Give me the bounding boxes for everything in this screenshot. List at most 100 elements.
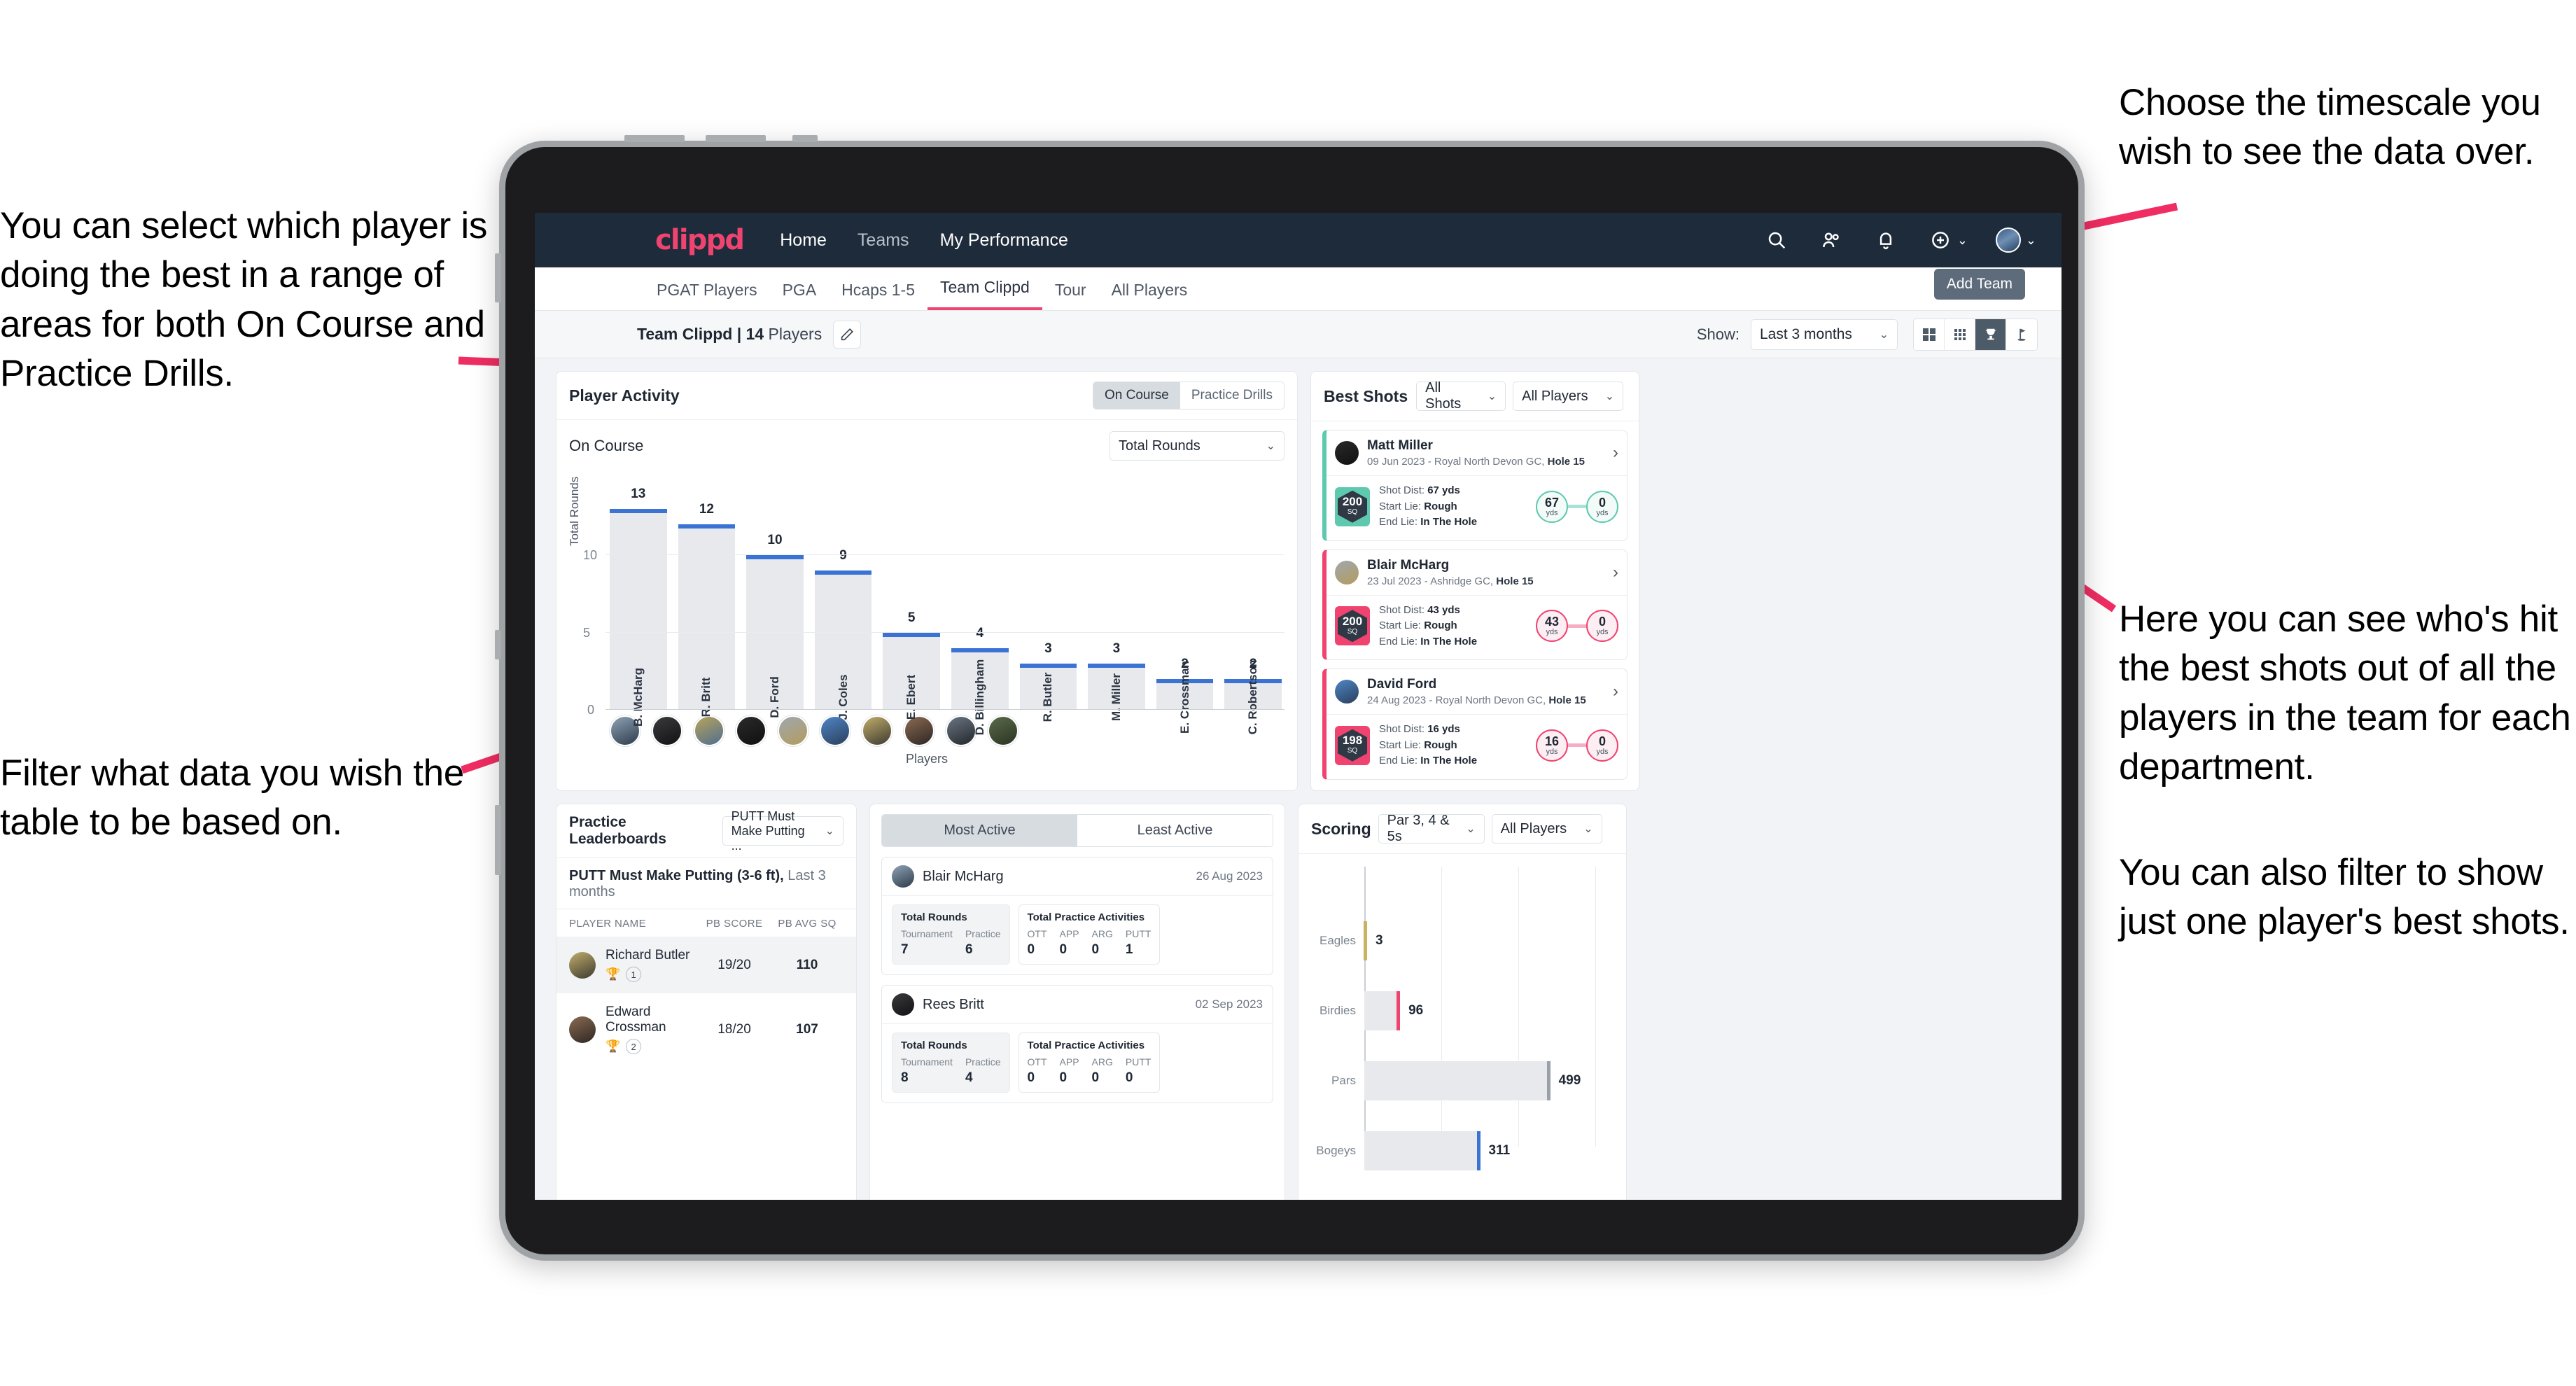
nav-link-teams[interactable]: Teams bbox=[858, 230, 909, 251]
best-shots-player-select[interactable]: All Players ⌄ bbox=[1513, 382, 1624, 411]
edit-team-button[interactable] bbox=[833, 320, 862, 349]
chart-bar-group[interactable]: 5 E. Ebert bbox=[883, 500, 940, 720]
chevron-right-icon[interactable]: › bbox=[1613, 443, 1618, 463]
par-select[interactable]: Par 3, 4 & 5s ⌄ bbox=[1378, 813, 1485, 844]
avatar bbox=[892, 865, 914, 888]
annotation-right-mid: Here you can see who's hit the best shot… bbox=[2119, 598, 2571, 788]
end-lie-row: End Lie: In The Hole bbox=[1379, 635, 1478, 648]
tab-tour[interactable]: Tour bbox=[1042, 281, 1099, 310]
player-activity-subheader: On Course Total Rounds ⌄ bbox=[556, 420, 1297, 461]
scoring-bar-group[interactable]: Bogeys 311 bbox=[1310, 1131, 1615, 1170]
golf-flag-icon[interactable] bbox=[2006, 318, 2037, 350]
player-avatar[interactable] bbox=[988, 715, 1018, 746]
chart-bar[interactable]: R. Butler bbox=[1019, 663, 1077, 722]
plus-chevron-down-icon[interactable]: ⌄ bbox=[1957, 233, 1968, 248]
best-shot-details: Shot Dist: 16 yds Start Lie: Rough End Lie… bbox=[1379, 722, 1477, 769]
activity-practice-value: 0 bbox=[1059, 942, 1068, 957]
player-avatar[interactable] bbox=[694, 715, 724, 746]
best-shot-card[interactable]: David Ford 24 Aug 2023 - Royal North Devo… bbox=[1322, 668, 1628, 780]
tab-pga[interactable]: PGA bbox=[770, 281, 830, 310]
chart-bar[interactable]: C. Robertson bbox=[1224, 660, 1282, 734]
grid-large-icon[interactable] bbox=[1914, 318, 1945, 350]
player-avatar[interactable] bbox=[946, 715, 976, 746]
shot-dist-value: 67 yds bbox=[1427, 484, 1460, 496]
tab-least-active[interactable]: Least Active bbox=[1077, 815, 1273, 846]
player-avatar[interactable] bbox=[862, 715, 892, 746]
chevron-right-icon[interactable]: › bbox=[1613, 682, 1618, 701]
chart-bar[interactable]: R. Britt bbox=[678, 524, 736, 717]
player-avatar[interactable] bbox=[904, 715, 934, 746]
tab-most-active[interactable]: Most Active bbox=[882, 815, 1077, 846]
best-shot-card[interactable]: Matt Miller 09 Jun 2023 - Royal North Dev… bbox=[1322, 430, 1628, 541]
chart-baseline bbox=[606, 709, 1284, 710]
chart-bar-group[interactable]: 12 R. Britt bbox=[678, 500, 736, 717]
scoring-bar-fill bbox=[1364, 991, 1401, 1030]
start-lie-value: Rough bbox=[1424, 620, 1457, 631]
chart-bar-group[interactable]: 4 D. Billingham bbox=[951, 500, 1009, 735]
shot-quality-badge: 200 SQ bbox=[1335, 486, 1370, 526]
shot-quality-unit: SQ bbox=[1347, 508, 1358, 517]
activity-practice-key: PUTT bbox=[1125, 928, 1152, 939]
shot-type-select[interactable]: All Shots ⌄ bbox=[1416, 380, 1506, 412]
search-icon[interactable] bbox=[1765, 228, 1788, 252]
player-avatar[interactable] bbox=[736, 715, 766, 746]
shot-end-unit: yds bbox=[1596, 628, 1609, 637]
chart-bar-group[interactable]: 10 D. Ford bbox=[746, 500, 804, 718]
avatar[interactable] bbox=[1995, 227, 2021, 253]
tab-pgat-players[interactable]: PGAT Players bbox=[644, 281, 770, 310]
chart-bar[interactable]: J. Coles bbox=[814, 570, 872, 720]
scoring-player-select[interactable]: All Players ⌄ bbox=[1491, 814, 1602, 844]
segment-on-course[interactable]: On Course bbox=[1093, 382, 1180, 409]
app-logo[interactable]: clippd bbox=[655, 224, 745, 256]
show-label: Show: bbox=[1696, 325, 1740, 343]
table-row[interactable]: Edward Crossman 🏆 2 18/20 107 bbox=[556, 993, 856, 1065]
bell-icon[interactable] bbox=[1874, 228, 1898, 252]
activity-practice-value: 0 bbox=[1091, 1070, 1100, 1085]
activity-practice-value: 0 bbox=[1125, 1070, 1133, 1085]
chart-bar-group[interactable]: 2 E. Crossman bbox=[1156, 500, 1214, 734]
chart-bar[interactable]: M. Miller bbox=[1088, 663, 1145, 721]
metric-select[interactable]: Total Rounds ⌄ bbox=[1110, 431, 1284, 461]
tab-team-clippd[interactable]: Team Clippd bbox=[927, 278, 1042, 310]
avatar-chevron-down-icon[interactable]: ⌄ bbox=[2026, 233, 2036, 248]
chart-bar-cap bbox=[1088, 663, 1145, 668]
activity-card[interactable]: Blair McHarg 26 Aug 2023 Total Rounds Tourn… bbox=[881, 857, 1273, 975]
scoring-bar-group[interactable]: Pars 499 bbox=[1310, 1061, 1615, 1100]
chart-bar-label: E. Ebert bbox=[904, 674, 918, 720]
player-avatar[interactable] bbox=[778, 715, 808, 746]
plus-circle-icon[interactable] bbox=[1928, 228, 1952, 252]
activity-practice-col: ARG 0 bbox=[1092, 928, 1113, 958]
segment-practice-drills[interactable]: Practice Drills bbox=[1180, 382, 1284, 409]
chart-bar-group[interactable]: 2 C. Robertson bbox=[1224, 500, 1282, 734]
activity-practice-col: OTT 0 bbox=[1028, 1056, 1047, 1086]
scoring-bar-group[interactable]: Eagles 3 bbox=[1310, 921, 1615, 960]
activity-practice-value: 1 bbox=[1125, 942, 1133, 957]
nav-link-home[interactable]: Home bbox=[780, 230, 827, 251]
people-icon[interactable] bbox=[1819, 228, 1843, 252]
chevron-right-icon[interactable]: › bbox=[1613, 563, 1618, 582]
chart-bar[interactable]: D. Billingham bbox=[951, 648, 1009, 735]
tab-all-players[interactable]: All Players bbox=[1099, 281, 1200, 310]
chart-bar-group[interactable]: 9 J. Coles bbox=[814, 500, 872, 720]
chart-bar[interactable]: E. Ebert bbox=[883, 632, 940, 720]
player-avatar[interactable] bbox=[652, 715, 682, 746]
nav-link-my-performance[interactable]: My Performance bbox=[940, 230, 1068, 251]
scoring-bar-group[interactable]: Birdies 96 bbox=[1310, 991, 1615, 1030]
scoring-header: Scoring Par 3, 4 & 5s ⌄ All Players ⌄ bbox=[1298, 804, 1626, 854]
tab-hcaps-1-5[interactable]: Hcaps 1-5 bbox=[829, 281, 927, 310]
chart-bar[interactable]: E. Crossman bbox=[1156, 661, 1214, 734]
chart-bar-group[interactable]: 13 B. McHarg bbox=[610, 486, 667, 727]
chart-bar[interactable]: B. McHarg bbox=[610, 509, 667, 727]
activity-card[interactable]: Rees Britt 02 Sep 2023 Total Rounds Tournam… bbox=[881, 985, 1273, 1103]
best-shots-list: Matt Miller 09 Jun 2023 - Royal North Dev… bbox=[1311, 430, 1639, 780]
period-select[interactable]: Last 3 months ⌄ bbox=[1751, 318, 1898, 350]
chart-bar-group[interactable]: 3 M. Miller bbox=[1088, 500, 1145, 721]
best-shot-card[interactable]: Blair McHarg 23 Jul 2023 - Ashridge GC, H… bbox=[1322, 549, 1628, 660]
drill-select[interactable]: PUTT Must Make Putting ... ⌄ bbox=[722, 809, 844, 853]
trophy-icon[interactable] bbox=[1975, 318, 2006, 350]
grid-small-icon[interactable] bbox=[1945, 318, 1975, 350]
annotation-right-bottom: You can also filter to show just one pla… bbox=[2119, 852, 2570, 943]
best-shot-details: Shot Dist: 43 yds Start Lie: Rough End Lie… bbox=[1379, 603, 1477, 650]
chart-bar-group[interactable]: 3 R. Butler bbox=[1019, 500, 1077, 722]
table-row[interactable]: Richard Butler 🏆 1 19/20 110 bbox=[556, 937, 856, 993]
